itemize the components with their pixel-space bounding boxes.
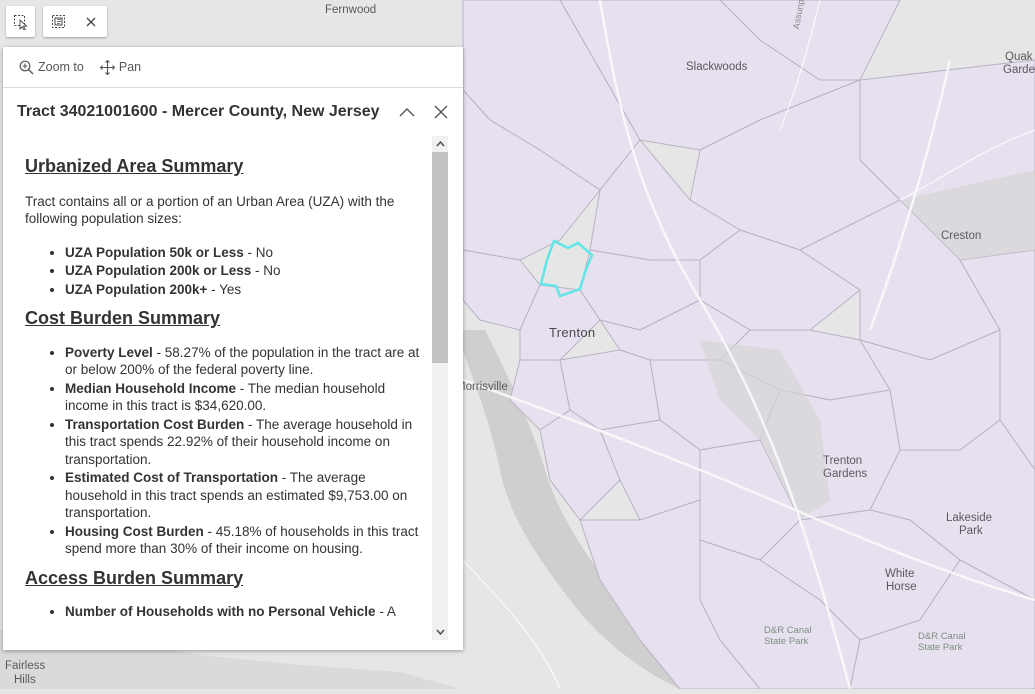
popup-content[interactable]: Urbanized Area Summary Tract contains al…	[3, 136, 432, 650]
list-item: UZA Population 200k or Less - No	[65, 262, 422, 280]
map-label-dr-canal-2: D&R Canal	[918, 631, 966, 642]
map-label-trenton-gardens: Trenton	[823, 455, 863, 467]
popup-title: Tract 34021001600 - Mercer County, New J…	[17, 103, 380, 120]
arrow-up-icon	[435, 141, 445, 147]
arrow-down-icon	[435, 629, 445, 635]
close-popup-button[interactable]	[431, 102, 451, 122]
map-label-fernwood: Fernwood	[325, 4, 377, 16]
map-label-quaker-2: Garde	[1003, 64, 1035, 76]
zoom-in-icon	[19, 60, 34, 74]
scroll-up-button[interactable]	[432, 136, 448, 152]
popup-scrollbar[interactable]	[432, 136, 448, 640]
access-list: Number of Households with no Personal Ve…	[25, 603, 422, 621]
map-label-white-horse-2: Horse	[886, 581, 917, 593]
map-label-quaker: Quak	[1005, 51, 1033, 63]
select-cursor-icon	[13, 14, 28, 30]
clear-selection-button[interactable]	[75, 6, 107, 37]
list-item: Median Household Income - The median hou…	[65, 380, 422, 415]
list-item: Housing Cost Burden - 45.18% of househol…	[65, 523, 422, 558]
pan-action[interactable]: Pan	[99, 59, 142, 75]
map-label-creston: Creston	[941, 230, 982, 242]
uza-list: UZA Population 50k or Less - No UZA Popu…	[25, 244, 422, 299]
select-box-icon	[52, 14, 65, 28]
close-icon	[434, 105, 448, 119]
map-label-dr-canal-2b: State Park	[918, 642, 963, 653]
pan-arrows-icon	[99, 59, 115, 75]
map-label-morrisville: Morrisville	[456, 381, 508, 393]
map-label-fairless-2: Hills	[14, 674, 36, 686]
uza-intro-text: Tract contains all or a portion of an Ur…	[25, 193, 395, 227]
scrollbar-thumb[interactable]	[432, 152, 448, 363]
list-item: Poverty Level - 58.27% of the population…	[65, 344, 422, 379]
map-label-slackwoods: Slackwoods	[686, 61, 748, 73]
uza-summary-heading: Urbanized Area Summary	[25, 156, 244, 176]
cost-summary-heading: Cost Burden Summary	[25, 308, 221, 328]
access-summary-heading: Access Burden Summary	[25, 567, 244, 588]
list-item: UZA Population 50k or Less - No	[65, 244, 422, 262]
popup-action-bar: Zoom to Pan	[3, 47, 463, 88]
list-item: Transportation Cost Burden - The average…	[65, 416, 422, 469]
collapse-button[interactable]	[397, 102, 417, 122]
list-item: Number of Households with no Personal Ve…	[65, 603, 422, 621]
scroll-down-button[interactable]	[432, 624, 448, 640]
feature-popup: Zoom to Pan Tract 34021001600 - Mercer C…	[3, 47, 463, 650]
select-cursor-button[interactable]	[6, 6, 35, 37]
map-label-lakeside: Lakeside	[946, 512, 993, 524]
list-item: Estimated Cost of Transportation - The a…	[65, 469, 422, 522]
map-label-lakeside-2: Park	[959, 525, 983, 537]
select-box-button[interactable]	[43, 6, 75, 37]
chevron-up-icon	[399, 108, 415, 117]
map-label-trenton: Trenton	[549, 325, 596, 340]
pan-label: Pan	[118, 60, 142, 74]
map-label-fairless: Fairless	[5, 660, 46, 672]
selection-tool-group	[43, 6, 107, 37]
cost-list: Poverty Level - 58.27% of the population…	[25, 344, 422, 558]
popup-header: Tract 34021001600 - Mercer County, New J…	[3, 88, 463, 136]
map-label-white-horse: White	[885, 568, 915, 580]
map-label-trenton-gardens-2: Gardens	[823, 468, 868, 480]
zoom-to-label: Zoom to	[38, 60, 84, 74]
list-item: UZA Population 200k+ - Yes	[65, 281, 422, 299]
zoom-to-action[interactable]: Zoom to	[19, 60, 84, 75]
map-label-dr-canal-1b: State Park	[764, 636, 809, 647]
select-tool-group	[6, 6, 35, 37]
close-icon	[86, 17, 96, 26]
map-label-dr-canal-1: D&R Canal	[764, 625, 812, 636]
